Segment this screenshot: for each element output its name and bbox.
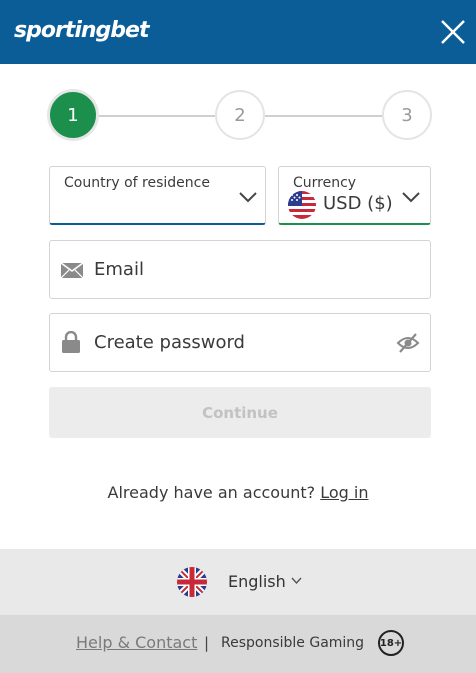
sportingbet-logo[interactable]: sportingbet bbox=[14, 14, 149, 48]
continue-button[interactable]: Continue bbox=[49, 387, 431, 438]
close-icon bbox=[441, 20, 465, 44]
uk-flag-icon bbox=[177, 567, 207, 597]
footer-separator: | bbox=[204, 634, 210, 652]
step-connector bbox=[265, 115, 382, 117]
us-flag-icon bbox=[288, 191, 316, 219]
logo-main-text: sporting bbox=[14, 18, 111, 43]
login-prompt-row: Already have an account? Log in bbox=[0, 483, 476, 502]
envelope-icon bbox=[61, 263, 83, 278]
step-2: 2 bbox=[215, 90, 265, 140]
language-selector-bar: English bbox=[0, 549, 476, 615]
lock-icon bbox=[62, 331, 80, 353]
chevron-down-icon bbox=[239, 192, 257, 203]
currency-label: Currency bbox=[293, 175, 357, 191]
language-label[interactable]: English bbox=[228, 572, 286, 591]
login-link[interactable]: Log in bbox=[320, 483, 368, 502]
country-select[interactable]: Country of residence bbox=[49, 166, 266, 225]
eye-off-icon[interactable] bbox=[396, 332, 420, 354]
email-field[interactable]: Email bbox=[49, 240, 431, 299]
email-placeholder: Email bbox=[94, 259, 144, 280]
age-18-badge-icon: 18+ bbox=[378, 630, 404, 656]
currency-select[interactable]: Currency USD ($) bbox=[278, 166, 431, 225]
password-field[interactable]: Create password bbox=[49, 313, 431, 372]
responsible-gaming-link[interactable]: Responsible Gaming bbox=[221, 635, 364, 651]
login-prompt-text: Already have an account? bbox=[107, 483, 316, 502]
chevron-down-icon[interactable] bbox=[291, 577, 302, 585]
step-connector bbox=[97, 115, 215, 117]
footer: Help & Contact | Responsible Gaming 18+ bbox=[0, 615, 476, 673]
chevron-down-icon bbox=[402, 192, 420, 203]
registration-stepper: 1 2 3 bbox=[0, 90, 476, 142]
country-label: Country of residence bbox=[64, 175, 210, 191]
logo-accent-text: bet bbox=[110, 18, 149, 43]
password-placeholder: Create password bbox=[94, 332, 245, 353]
step-3: 3 bbox=[382, 90, 432, 140]
header-bar: sportingbet bbox=[0, 0, 476, 64]
currency-value: USD ($) bbox=[323, 193, 393, 214]
close-button[interactable] bbox=[438, 17, 468, 47]
help-contact-link[interactable]: Help & Contact bbox=[76, 633, 197, 652]
step-1: 1 bbox=[48, 90, 98, 140]
